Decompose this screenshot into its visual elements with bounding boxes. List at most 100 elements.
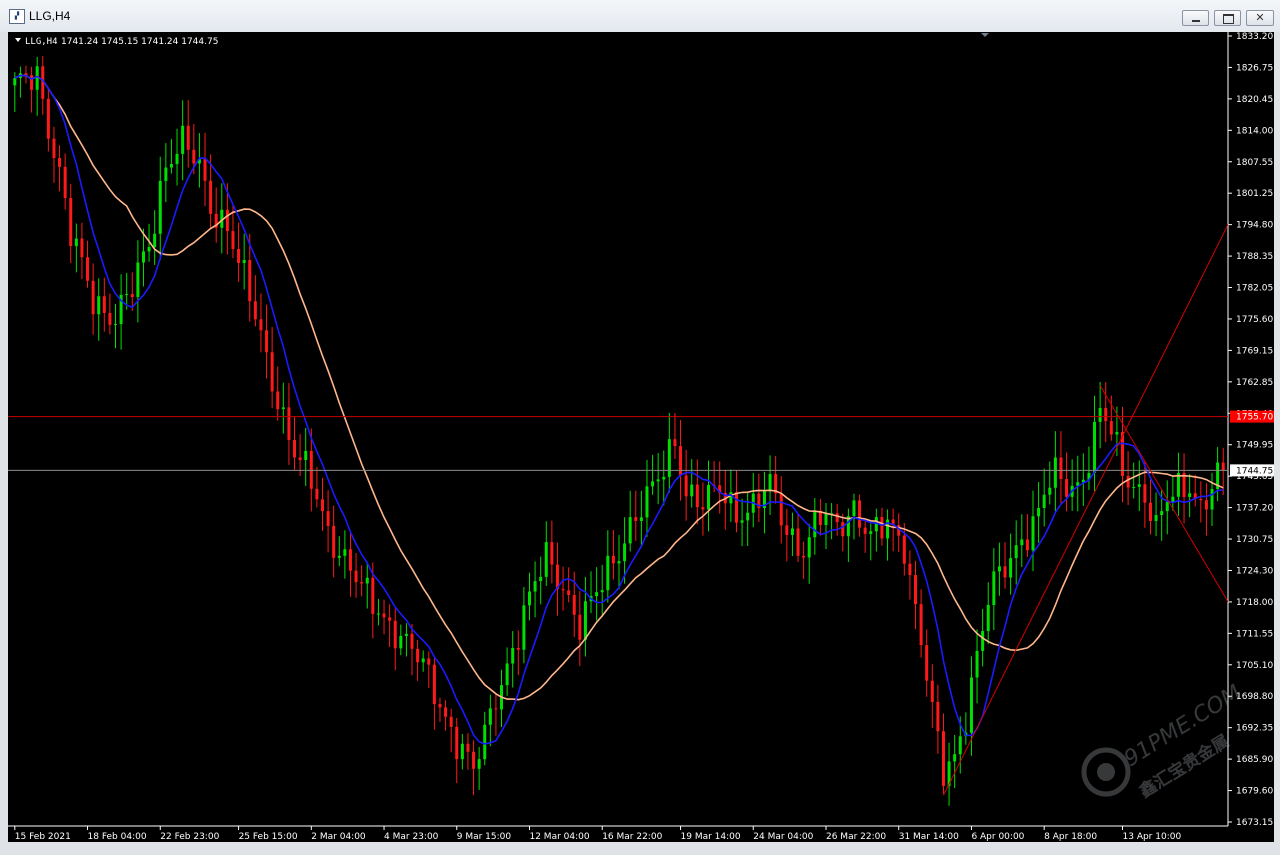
price-tick-label: 1711.55 bbox=[1236, 629, 1273, 639]
price-tick-label: 1679.60 bbox=[1236, 787, 1273, 797]
time-tick-label: 13 Apr 10:00 bbox=[1123, 832, 1182, 842]
close-button[interactable]: ✕ bbox=[1246, 10, 1274, 26]
candle-body bbox=[679, 446, 683, 476]
candle-body bbox=[1037, 507, 1041, 517]
candle-body bbox=[785, 525, 789, 535]
title-bar[interactable]: ▞ LLG,H4 ✕ bbox=[0, 0, 1280, 33]
price-tick-label: 1788.35 bbox=[1236, 252, 1273, 262]
candle-body bbox=[343, 549, 347, 556]
candle-body bbox=[80, 238, 84, 258]
candle-body bbox=[790, 528, 794, 535]
candle-body bbox=[969, 677, 973, 733]
candle-body bbox=[298, 457, 302, 461]
candle-body bbox=[460, 743, 464, 760]
time-tick-label: 6 Apr 00:00 bbox=[971, 832, 1024, 842]
candle-body bbox=[623, 543, 627, 562]
window-title: LLG,H4 bbox=[29, 9, 71, 23]
time-tick-label: 4 Mar 23:00 bbox=[384, 832, 439, 842]
price-tick-label: 1794.80 bbox=[1236, 221, 1273, 231]
candle-body bbox=[539, 576, 543, 582]
candle-body bbox=[835, 513, 839, 523]
candle-body bbox=[1137, 484, 1141, 487]
price-tick-label: 1692.35 bbox=[1236, 724, 1273, 734]
time-tick-label: 16 Mar 22:00 bbox=[602, 832, 662, 842]
candle-body bbox=[690, 484, 694, 497]
price-axis bbox=[1230, 32, 1274, 842]
candle-body bbox=[1014, 545, 1018, 559]
candle-body bbox=[125, 294, 129, 296]
candle-body bbox=[276, 391, 280, 410]
candle-body bbox=[544, 542, 548, 577]
candle-body bbox=[46, 98, 50, 139]
candle-body bbox=[645, 486, 649, 518]
candle-body bbox=[578, 614, 582, 640]
candle-body bbox=[628, 517, 632, 544]
candle-body bbox=[354, 570, 358, 583]
candle-body bbox=[572, 595, 576, 615]
candle-body bbox=[986, 604, 990, 632]
candle-body bbox=[438, 703, 442, 708]
candle-body bbox=[1020, 539, 1024, 546]
candle-body bbox=[953, 754, 957, 762]
candle-body bbox=[444, 707, 448, 717]
candle-body bbox=[483, 724, 487, 760]
candle-body bbox=[925, 645, 929, 681]
time-tick-label: 15 Feb 2021 bbox=[15, 832, 71, 842]
candle-body bbox=[1115, 431, 1119, 435]
plot-area[interactable] bbox=[8, 32, 1230, 826]
candle-body bbox=[304, 450, 308, 461]
minimize-button[interactable] bbox=[1182, 10, 1209, 26]
price-tick-label: 1730.75 bbox=[1236, 535, 1273, 545]
candle-body bbox=[13, 78, 17, 86]
candle-body bbox=[662, 476, 666, 480]
restore-button[interactable] bbox=[1214, 10, 1241, 26]
candle-body bbox=[404, 633, 408, 636]
bid-price-label: 1744.75 bbox=[1236, 466, 1273, 476]
price-tick-label: 1705.10 bbox=[1236, 661, 1273, 671]
candle-body bbox=[600, 590, 604, 593]
candle-body bbox=[1188, 493, 1192, 497]
candle-body bbox=[209, 180, 213, 214]
candle-body bbox=[1093, 421, 1097, 473]
candle-body bbox=[880, 517, 884, 539]
candle-body bbox=[656, 479, 660, 482]
candle-body bbox=[1109, 421, 1113, 435]
price-tick-label: 1698.80 bbox=[1236, 692, 1273, 702]
candle-body bbox=[270, 352, 274, 392]
candle-body bbox=[1165, 501, 1169, 512]
candle-body bbox=[108, 312, 112, 325]
candle-body bbox=[958, 736, 962, 755]
candle-body bbox=[376, 613, 380, 615]
candle-body bbox=[813, 510, 817, 538]
candle-body bbox=[253, 301, 257, 320]
price-chart[interactable]: 91PME.COM 鑫汇宝贵金属 1833.201826.751820.4518… bbox=[0, 32, 1280, 855]
resistance-price-label: 1755.70 bbox=[1236, 413, 1273, 423]
candle-body bbox=[533, 581, 537, 592]
candle-body bbox=[863, 527, 867, 534]
candle-body bbox=[634, 517, 638, 521]
price-tick-label: 1814.00 bbox=[1236, 126, 1273, 136]
candle-body bbox=[1009, 558, 1013, 578]
time-tick-label: 8 Apr 18:00 bbox=[1044, 832, 1097, 842]
candle-body bbox=[63, 166, 67, 199]
candle-body bbox=[449, 716, 453, 727]
candle-body bbox=[1160, 511, 1164, 516]
candle-body bbox=[1171, 496, 1175, 502]
candle-body bbox=[992, 571, 996, 605]
candle-body bbox=[852, 500, 856, 517]
candle-body bbox=[91, 280, 95, 315]
candle-body bbox=[567, 590, 571, 596]
candle-body bbox=[1048, 487, 1052, 495]
candle-body bbox=[997, 566, 1001, 572]
time-tick-label: 2 Mar 04:00 bbox=[311, 832, 366, 842]
candle-body bbox=[466, 743, 470, 752]
candle-body bbox=[522, 605, 526, 650]
candle-body bbox=[1154, 515, 1158, 521]
candle-body bbox=[975, 650, 979, 678]
price-tick-label: 1724.30 bbox=[1236, 566, 1273, 576]
candle-body bbox=[1143, 484, 1147, 503]
price-tick-label: 1749.95 bbox=[1236, 441, 1273, 451]
price-tick-label: 1762.85 bbox=[1236, 378, 1273, 388]
candle-body bbox=[472, 751, 476, 769]
chart-header[interactable]: LLG,H4 1741.24 1745.15 1741.24 1744.75 bbox=[15, 37, 218, 47]
